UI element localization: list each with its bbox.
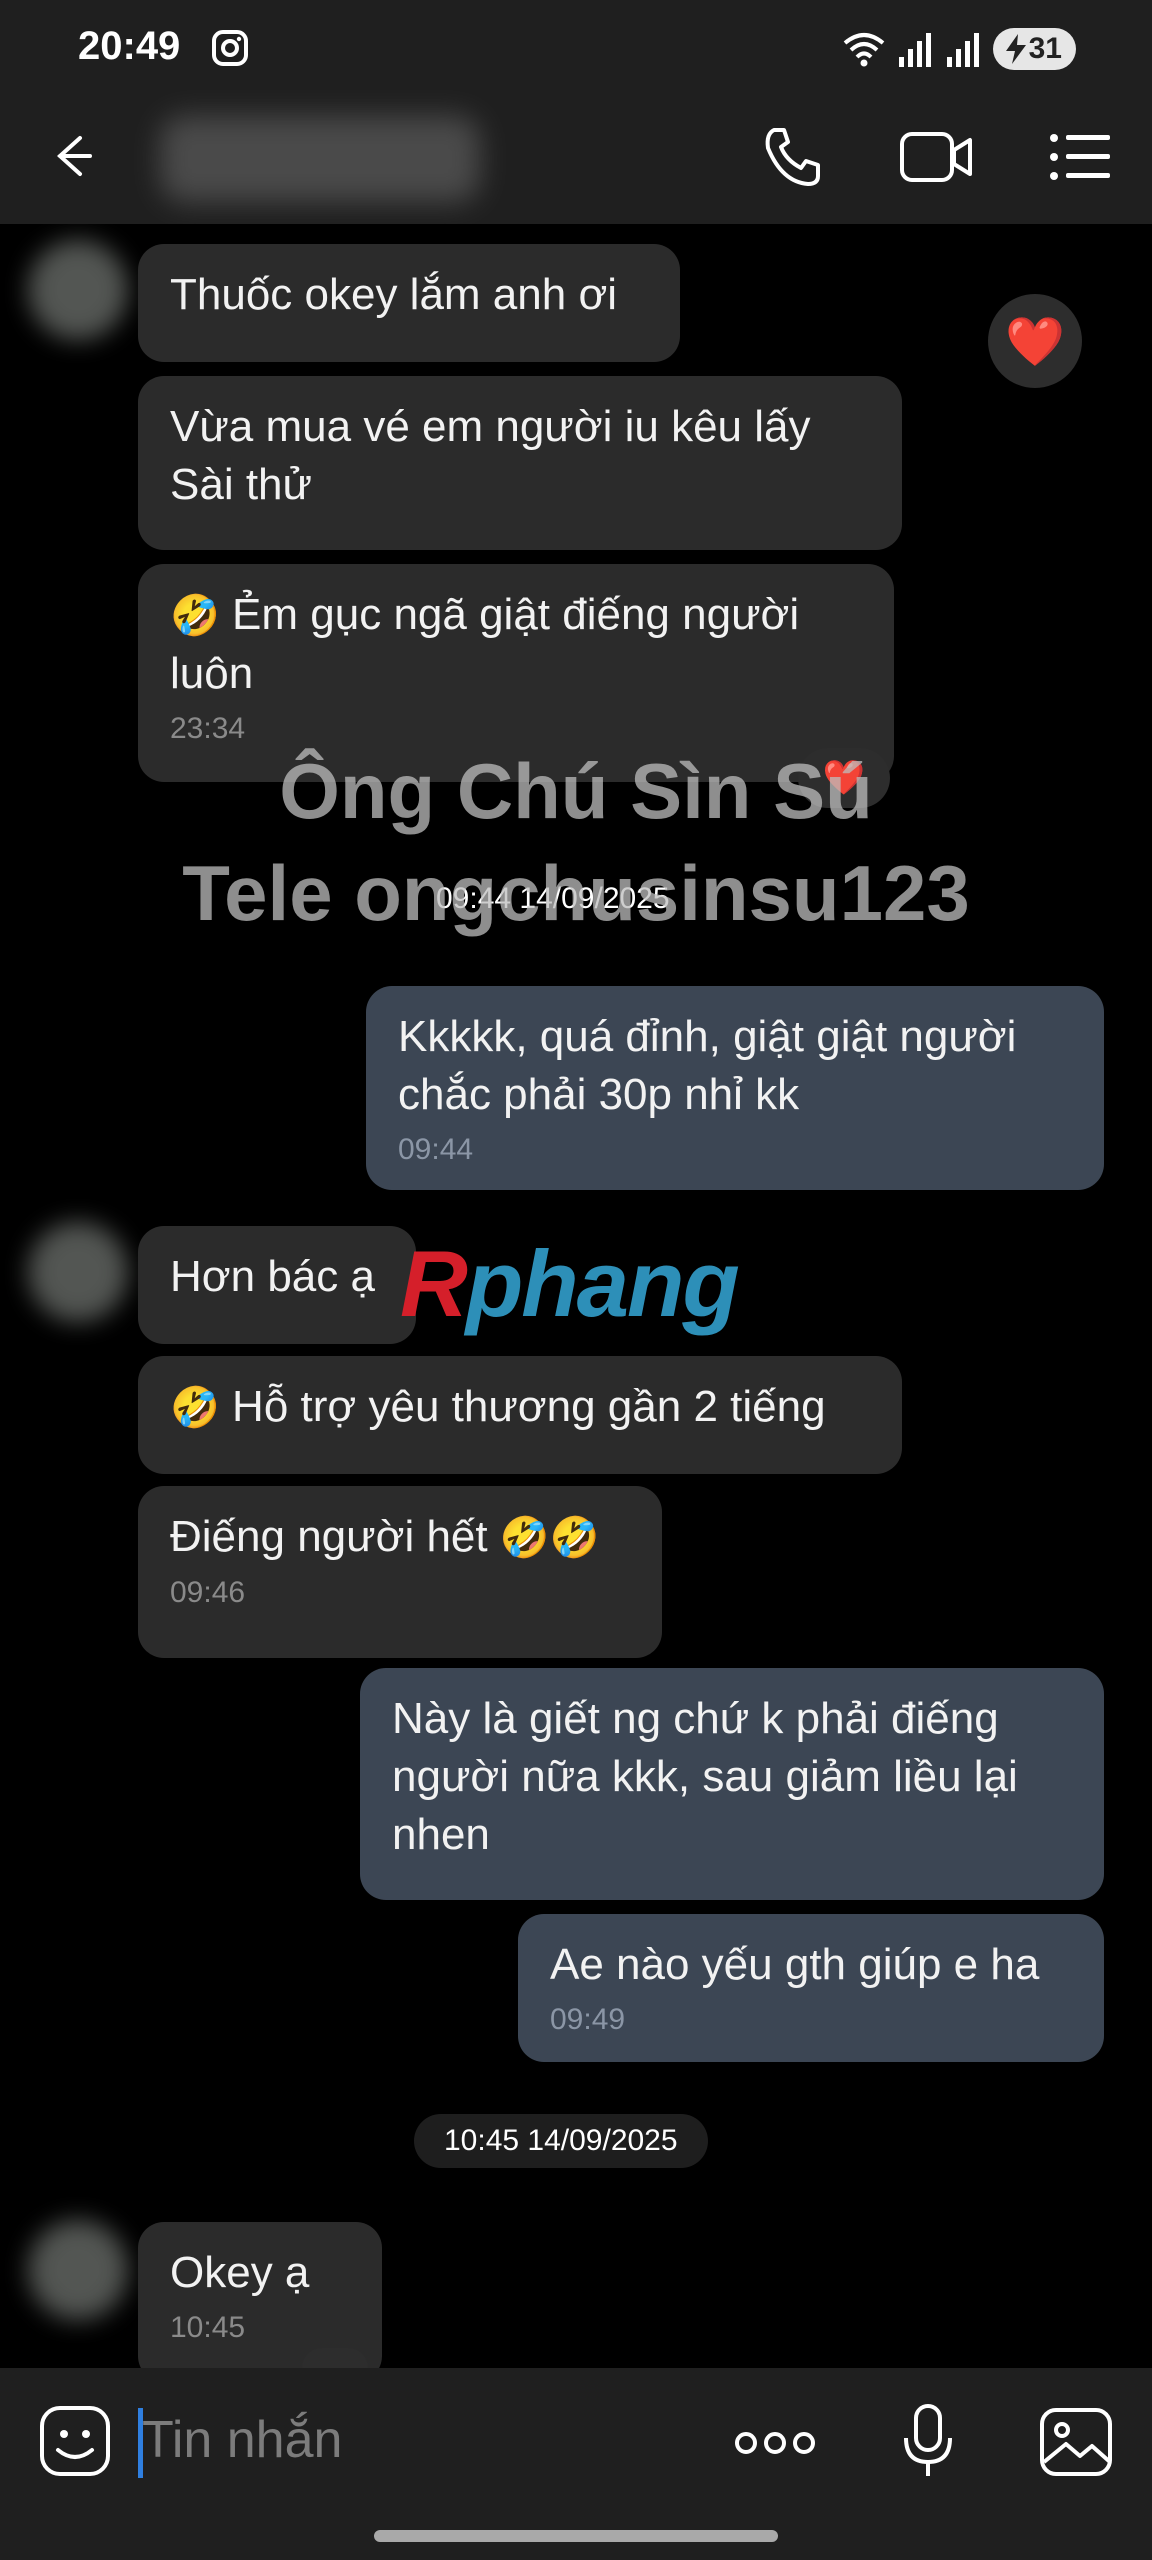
message-bubble-outgoing[interactable]: Này là giết ng chứ k phải điếng người nữ… [360,1668,1104,1900]
message-time: 09:44 [398,1133,474,1166]
microphone-icon[interactable] [900,2402,956,2482]
signal-icon-2 [946,33,979,67]
instagram-icon [212,30,248,66]
reaction-peek[interactable] [302,2348,368,2368]
contact-name-blurred[interactable] [160,116,480,202]
message-bubble[interactable]: Thuốc okey lắm anh ơi [138,244,680,362]
date-separator: 10:45 14/09/2025 [414,2114,708,2168]
message-input[interactable]: Tin nhắn [142,2410,342,2470]
home-indicator[interactable] [374,2530,778,2542]
back-arrow-icon[interactable] [50,128,94,184]
message-bubble[interactable]: Okey ạ 10:45 [138,2222,382,2368]
message-time: 23:34 [170,712,246,745]
system-icons: 31 [841,26,1076,72]
chat-area[interactable]: Thuốc okey lắm anh ơi ❤️ Vừa mua vé em n… [0,224,1152,2368]
battery-level: 31 [1028,32,1062,65]
heart-reaction[interactable]: ❤️ [988,294,1082,388]
more-options-icon[interactable] [734,2428,816,2458]
avatar[interactable] [28,2220,128,2320]
status-bar: 20:49 31 [0,0,1152,96]
rphang-logo: Rphang [400,1231,740,1336]
battery-indicator: 31 [992,28,1076,70]
watermark-line2: Tele ongchusinsu123 [182,849,970,937]
video-camera-icon[interactable] [898,124,976,190]
sticker-emoji-icon[interactable] [38,2404,112,2478]
message-bubble[interactable]: Hơn bác ạ [138,1226,416,1344]
avatar[interactable] [28,240,128,340]
message-bubble[interactable]: Vừa mua vé em người iu kêu lấy Sài thử [138,376,902,550]
image-gallery-icon[interactable] [1038,2406,1114,2478]
status-time: 20:49 [78,24,181,68]
message-bubble-outgoing[interactable]: Kkkkk, quá đỉnh, giật giật người chắc ph… [366,986,1104,1190]
message-bubble-outgoing[interactable]: Ae nào yếu gth giúp e ha 09:49 [518,1914,1104,2062]
message-time: 09:49 [550,2003,626,2036]
message-time: 10:45 [170,2311,246,2344]
avatar[interactable] [28,1222,128,1322]
charging-bolt-icon [1005,34,1026,64]
list-menu-icon[interactable] [1048,124,1114,190]
watermark-line1: Ông Chú Sìn Sú [279,747,873,835]
chat-header [0,96,1152,224]
message-time: 09:46 [170,1576,246,1609]
message-bubble[interactable]: 🤣 Hỗ trợ yêu thương gần 2 tiếng [138,1356,902,1474]
signal-icon [898,33,931,67]
message-bubble[interactable]: Điếng người hết 🤣🤣 09:46 [138,1486,662,1658]
phone-icon[interactable] [760,124,826,190]
wifi-icon [843,33,884,67]
